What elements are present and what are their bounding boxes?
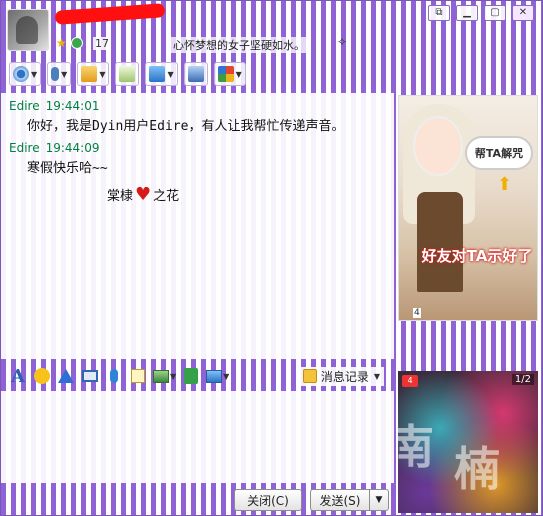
show-character: 楠 — [454, 442, 500, 496]
ad-speech-bubble[interactable]: 帮TA解咒 — [465, 136, 533, 170]
contact-level: 17 — [93, 37, 111, 50]
chat-window: ★ 17 心怀梦想的女子坚硬如水。 ✧ ⧉ ▁ ▢ ✕ ▼ ▼ ▼ ▼ ▼ Ed… — [0, 0, 543, 516]
message-time: 19:44:09 — [45, 141, 100, 155]
show-page-indicator: 1/2 — [511, 374, 534, 385]
message-input[interactable] — [1, 391, 394, 483]
magic-emoji-button[interactable] — [57, 366, 75, 386]
magic-hat-icon — [58, 369, 74, 383]
send-button[interactable]: 发送(S) — [310, 489, 370, 511]
chevron-down-icon: ▼ — [167, 69, 174, 79]
show-level-badge: 4 — [402, 375, 418, 387]
sender-name: Edire — [9, 141, 40, 155]
message-history[interactable]: Edire 19:44:01 你好，我是Dyin用户Edire，有人让我帮忙传递声… — [1, 93, 394, 359]
history-icon — [302, 369, 317, 383]
close-button[interactable]: 关闭(C) — [234, 489, 302, 511]
add-app-button[interactable] — [115, 62, 140, 86]
font-icon: A — [11, 365, 25, 387]
message-header: Edire 19:44:01 — [9, 99, 386, 113]
contact-avatar[interactable] — [7, 9, 49, 51]
gift-suffix: 之花 — [153, 189, 180, 204]
close-window-button[interactable]: ✕ — [512, 5, 534, 21]
chevron-down-icon: ▼ — [223, 371, 230, 381]
smiley-icon — [34, 368, 50, 384]
red-packet-button[interactable] — [182, 366, 200, 386]
ad-headline: 好友对TA示好了 — [421, 247, 533, 265]
add-app-icon — [119, 66, 136, 82]
chevron-down-icon: ▼ — [99, 69, 106, 79]
contact-nickname-redacted — [54, 3, 166, 25]
video-clip-button[interactable] — [81, 366, 99, 386]
maximize-button[interactable]: ▢ — [484, 5, 506, 21]
microphone-icon — [51, 67, 60, 81]
emoji-button[interactable] — [33, 366, 51, 386]
film-icon — [82, 370, 98, 382]
message-time: 19:44:01 — [45, 99, 100, 113]
minimize-button[interactable]: ▁ — [456, 5, 478, 21]
signature-extra-icon: ✧ — [337, 35, 348, 49]
note-button[interactable] — [129, 366, 147, 386]
chevron-down-icon: ▼ — [235, 69, 242, 79]
ad-character-body — [417, 192, 463, 292]
chevron-down-icon: ▼ — [31, 69, 38, 79]
send-options-button[interactable]: ▼ — [369, 489, 389, 511]
arrow-up-icon: ⬆ — [497, 174, 513, 195]
remote-screen-button[interactable]: ▼ — [145, 62, 178, 86]
font-button[interactable]: A — [9, 365, 27, 387]
message-text: 你好，我是Dyin用户Edire，有人让我帮忙传递声音。 — [27, 119, 345, 134]
chevron-down-icon: ▼ — [373, 371, 380, 381]
contact-signature: 心怀梦想的女子坚硬如水。 — [171, 37, 307, 53]
remote-screen-icon — [149, 66, 166, 82]
chevron-down-icon: ▼ — [61, 69, 68, 79]
note-icon — [131, 369, 145, 383]
star-icon: ★ — [56, 36, 67, 50]
apps-button[interactable]: ▼ — [213, 62, 246, 86]
screenshot-icon — [206, 369, 223, 383]
money-icon — [184, 368, 199, 384]
voice-call-button[interactable]: ▼ — [47, 62, 72, 86]
message-history-label: 消息记录 — [320, 369, 369, 384]
picture-button[interactable]: ▼ — [153, 366, 176, 386]
show-character: 南 — [398, 420, 434, 474]
status-icons: ★ — [56, 37, 83, 49]
message-history-button[interactable]: 消息记录 ▼ — [298, 366, 384, 386]
input-toolbar: A ▼ ▼ 消息记录 ▼ — [1, 363, 394, 389]
title-bar: ★ 17 心怀梦想的女子坚硬如水。 ✧ ⧉ ▁ ▢ ✕ — [1, 1, 542, 57]
show-picture-panel[interactable]: 南 楠 4 1/2 — [398, 371, 538, 513]
share-screen-button[interactable] — [183, 62, 208, 86]
apps-grid-icon — [217, 66, 234, 82]
ad-panel[interactable]: 帮TA解咒 ⬆ 好友对TA示好了 4 — [398, 95, 538, 321]
message-text: 寒假快乐哈~~ — [27, 161, 108, 176]
microphone-icon — [110, 369, 118, 383]
picture-icon — [153, 369, 169, 383]
skin-button[interactable]: ⧉ — [428, 5, 450, 21]
sender-name: Edire — [9, 99, 40, 113]
window-controls: ⧉ ▁ ▢ ✕ — [428, 5, 534, 21]
ad-page-number: 4 — [413, 308, 421, 318]
camera-icon — [13, 66, 29, 82]
gift-message: 棠棣 ♥ 之花 — [107, 185, 386, 204]
ad-character-face — [413, 116, 463, 176]
voice-message-button[interactable] — [105, 366, 123, 386]
file-transfer-button[interactable]: ▼ — [77, 62, 110, 86]
qzone-icon[interactable] — [71, 37, 83, 49]
main-toolbar: ▼ ▼ ▼ ▼ ▼ — [1, 59, 542, 89]
share-screen-icon — [187, 66, 204, 82]
file-transfer-icon — [81, 66, 98, 82]
heart-icon: ♥ — [135, 183, 152, 205]
chevron-down-icon: ▼ — [170, 371, 177, 381]
gift-prefix: 棠棣 — [107, 189, 134, 204]
message-header: Edire 19:44:09 — [9, 141, 386, 155]
screenshot-button[interactable]: ▼ — [206, 366, 229, 386]
video-call-button[interactable]: ▼ — [9, 62, 42, 86]
bottom-bar: 关闭(C) 发送(S) ▼ — [1, 487, 394, 515]
